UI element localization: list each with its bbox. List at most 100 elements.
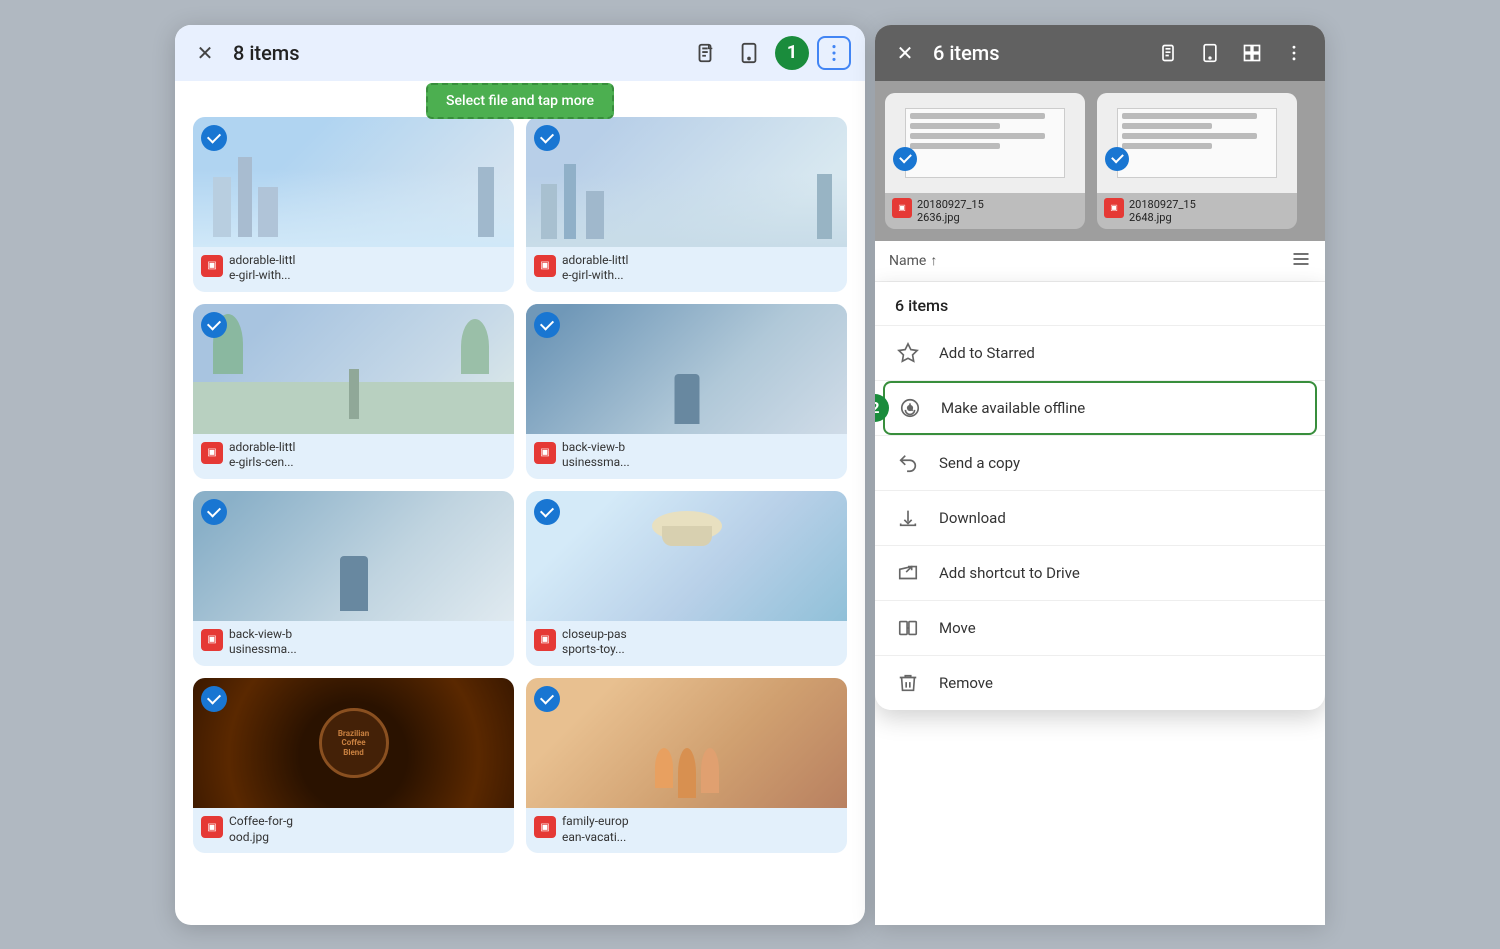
file-card[interactable]: adorable-little-girl-with... [526,117,847,292]
file-info: adorable-little-girls-cen... [193,434,514,479]
shortcut-icon [895,560,921,586]
context-menu: 6 items Add to Starred 2 [875,282,1325,710]
list-view-toggle[interactable] [1291,249,1311,273]
file-type-icon [534,629,556,651]
menu-item-label-remove: Remove [939,674,993,692]
menu-item-download[interactable]: Download [875,491,1325,545]
right-file-card[interactable]: 20180927_152636.jpg [885,93,1085,229]
remove-icon [895,670,921,696]
more-options-button[interactable] [817,36,851,70]
context-menu-header: 6 items [875,282,1325,326]
right-file-card[interactable]: 20180927_152648.jpg [1097,93,1297,229]
right-file-info: 20180927_152648.jpg [1097,193,1297,229]
sort-label[interactable]: Name ↑ [889,252,1291,269]
menu-item-offline-wrapper: 2 Make available offline [875,381,1325,435]
file-type-icon [534,442,556,464]
file-name-label: Coffee-for-good.jpg [229,814,293,845]
file-type-icon [201,442,223,464]
file-info: closeup-passports-toy... [526,621,847,666]
tablet-icon-button[interactable] [731,35,767,71]
file-card[interactable]: family-european-vacati... [526,678,847,853]
right-share-icon[interactable] [1151,36,1185,70]
right-selected-checkmark [893,147,917,171]
file-thumbnail [526,117,847,247]
menu-item-label-offline: Make available offline [941,399,1085,417]
file-thumbnail [526,491,847,621]
file-card[interactable]: back-view-businessma... [526,304,847,479]
file-name-label: adorable-little-girl-with... [229,253,295,284]
file-name-label: closeup-passports-toy... [562,627,627,658]
file-name-label: back-view-businessma... [562,440,630,471]
file-card[interactable]: adorable-little-girls-cen... [193,304,514,479]
right-grid-icon[interactable] [1235,36,1269,70]
file-name-label: adorable-little-girls-cen... [229,440,295,471]
sort-name: Name [889,253,926,269]
file-card[interactable]: closeup-passports-toy... [526,491,847,666]
step-badge: 1 [775,36,809,70]
menu-item-label-shortcut: Add shortcut to Drive [939,564,1080,582]
file-type-icon [534,255,556,277]
file-name-label: family-european-vacati... [562,814,629,845]
file-thumbnail: BrazilianCoffeeBlend [193,678,514,808]
file-thumbnail [193,117,514,247]
right-close-button[interactable]: ✕ [889,37,921,69]
right-more-icon[interactable] [1277,36,1311,70]
file-info: back-view-businessma... [193,621,514,666]
file-thumbnail [193,304,514,434]
file-name-label: back-view-businessma... [229,627,297,658]
right-items-count-label: 6 items [933,41,1139,65]
header-icon-group: 1 [687,35,851,71]
selected-checkmark [534,686,560,712]
file-card[interactable]: BrazilianCoffeeBlend Coffee-for-good.jpg [193,678,514,853]
right-file-type-icon [1104,198,1124,218]
selected-checkmark [201,312,227,338]
right-app-panel: ✕ 6 items [875,25,1325,925]
menu-item-remove[interactable]: Remove [875,656,1325,710]
file-grid-wrapper: adorable-little-girl-with... adorable-li… [175,93,865,925]
download-icon [895,505,921,531]
selected-checkmark [534,312,560,338]
selected-checkmark [201,499,227,525]
file-thumbnail [526,678,847,808]
right-selected-checkmark [1105,147,1129,171]
selected-checkmark [534,125,560,151]
send-copy-icon [895,450,921,476]
file-info: adorable-little-girl-with... [526,247,847,292]
star-icon [895,340,921,366]
close-button[interactable]: ✕ [189,37,221,69]
left-header: ✕ 8 items 1 [175,25,865,81]
sort-arrow-icon: ↑ [930,252,937,269]
right-file-area: 20180927_152636.jpg 20180927_152648.jpg [875,81,1325,241]
right-file-name-label: 20180927_152636.jpg [917,198,984,224]
right-file-name-label: 20180927_152648.jpg [1129,198,1196,224]
menu-item-starred[interactable]: Add to Starred [875,326,1325,380]
file-type-icon [201,629,223,651]
file-type-icon [534,816,556,838]
move-icon [895,615,921,641]
right-tablet-icon[interactable] [1193,36,1227,70]
menu-item-send[interactable]: Send a copy [875,436,1325,490]
right-header: ✕ 6 items [875,25,1325,81]
file-thumbnail [526,304,847,434]
share-icon-button[interactable] [687,35,723,71]
menu-item-label-download: Download [939,509,1006,527]
file-info: back-view-businessma... [526,434,847,479]
right-file-type-icon [892,198,912,218]
right-file-info: 20180927_152636.jpg [885,193,1085,229]
file-type-icon [201,255,223,277]
file-card[interactable]: back-view-businessma... [193,491,514,666]
menu-item-label-starred: Add to Starred [939,344,1035,362]
file-info: adorable-little-girl-with... [193,247,514,292]
right-header-icon-group [1151,36,1311,70]
menu-item-move[interactable]: Move [875,601,1325,655]
selected-checkmark [201,686,227,712]
select-tooltip: Select file and tap more [426,83,614,119]
file-grid: adorable-little-girl-with... adorable-li… [193,117,847,854]
right-file-thumbnail [1097,93,1297,193]
menu-item-shortcut[interactable]: Add shortcut to Drive [875,546,1325,600]
items-count-label: 8 items [233,41,675,65]
menu-item-offline[interactable]: Make available offline To save a file of… [883,381,1317,435]
left-panel: ✕ 8 items 1 [175,25,865,925]
file-card[interactable]: adorable-little-girl-with... [193,117,514,292]
file-info: family-european-vacati... [526,808,847,853]
